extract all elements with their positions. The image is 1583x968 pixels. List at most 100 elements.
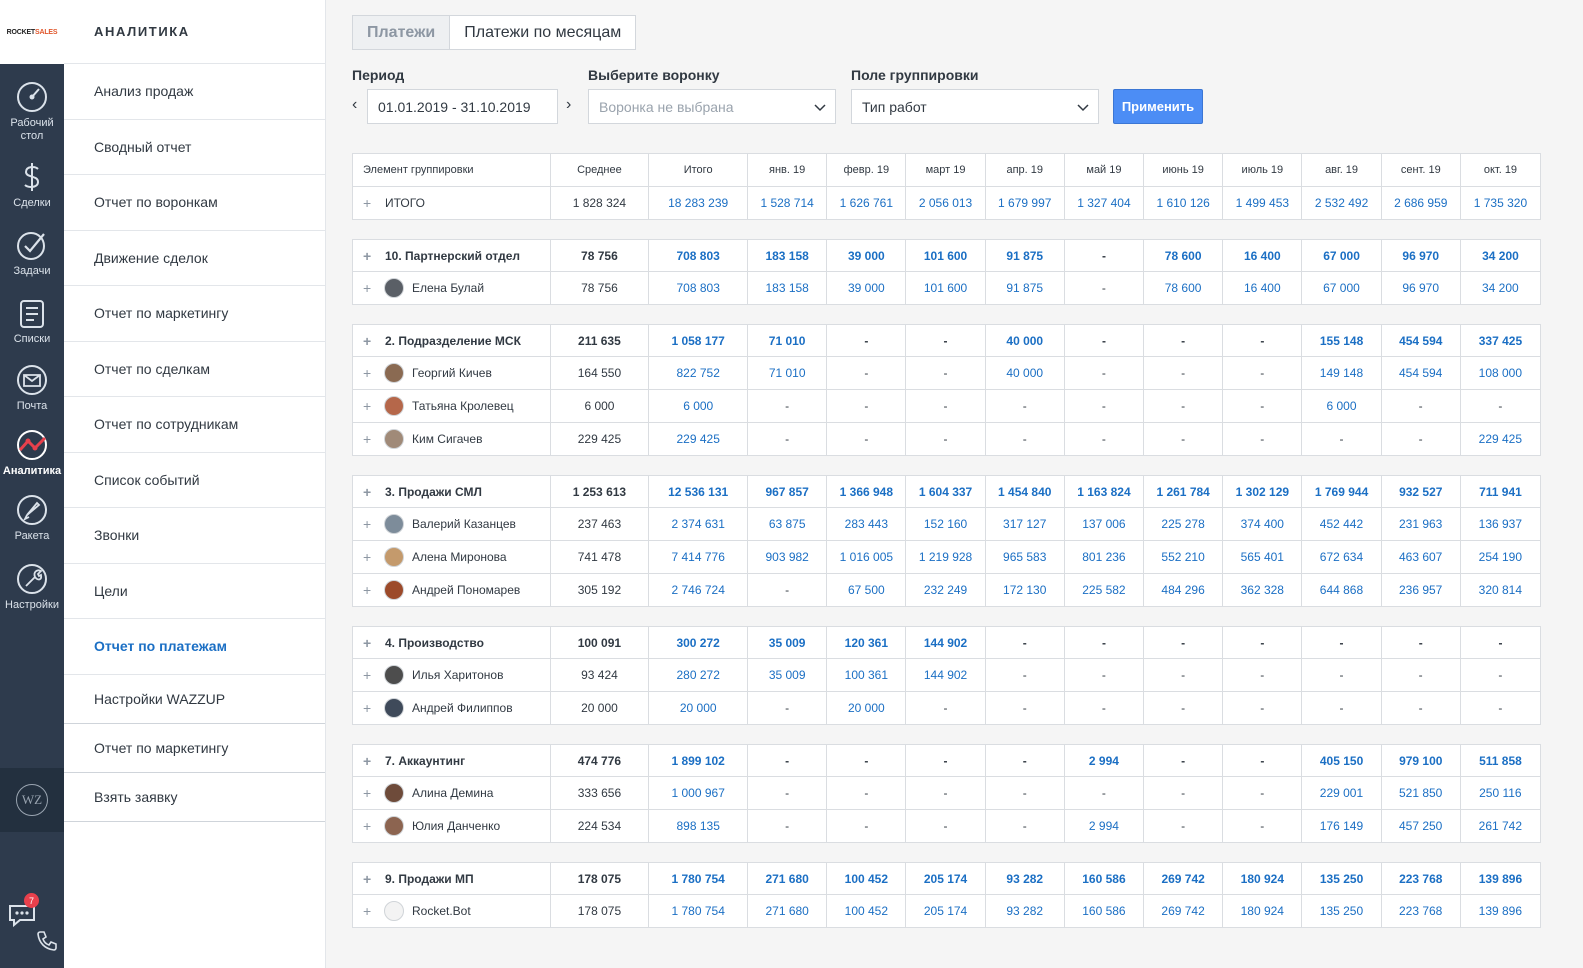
month-cell[interactable]: 183 158 <box>748 240 828 271</box>
total-cell[interactable]: 708 803 <box>649 272 749 304</box>
month-cell[interactable]: 223 768 <box>1382 895 1461 927</box>
nav-rocket[interactable]: Ракета <box>0 493 64 543</box>
month-cell[interactable]: 67 500 <box>827 574 907 606</box>
month-cell[interactable]: 78 600 <box>1144 272 1224 304</box>
month-cell[interactable]: 40 000 <box>986 325 1065 356</box>
expand-plus-icon[interactable]: + <box>363 333 379 349</box>
submenu-item-payments-report[interactable]: Отчет по платежам <box>64 619 325 675</box>
month-cell[interactable]: 35 009 <box>748 659 828 691</box>
month-cell[interactable]: 452 442 <box>1302 508 1382 540</box>
expand-plus-icon[interactable]: + <box>363 365 379 381</box>
month-cell[interactable]: 801 236 <box>1065 541 1145 573</box>
month-cell[interactable]: 93 282 <box>986 863 1065 894</box>
month-cell[interactable]: 16 400 <box>1223 272 1303 304</box>
month-cell[interactable]: 1 163 824 <box>1065 476 1145 507</box>
month-cell[interactable]: 180 924 <box>1223 895 1303 927</box>
month-cell[interactable]: 1 219 928 <box>906 541 986 573</box>
month-cell[interactable]: 229 425 <box>1461 423 1540 455</box>
month-cell[interactable]: 144 902 <box>906 627 986 658</box>
month-cell[interactable]: 101 600 <box>906 272 986 304</box>
month-cell[interactable]: 91 875 <box>986 240 1065 271</box>
month-cell[interactable]: 552 210 <box>1144 541 1224 573</box>
expand-plus-icon[interactable]: + <box>363 635 379 651</box>
month-cell[interactable]: 261 742 <box>1461 810 1540 842</box>
month-cell[interactable]: 320 814 <box>1461 574 1540 606</box>
month-cell[interactable]: 1 626 761 <box>827 187 907 219</box>
month-cell[interactable]: 100 452 <box>827 895 907 927</box>
expand-plus-icon[interactable]: + <box>363 431 379 447</box>
month-cell[interactable]: 20 000 <box>827 692 907 724</box>
month-cell[interactable]: 644 868 <box>1302 574 1382 606</box>
period-prev-arrow[interactable]: ‹ <box>352 96 357 114</box>
month-cell[interactable]: 2 686 959 <box>1382 187 1461 219</box>
month-cell[interactable]: 269 742 <box>1144 895 1224 927</box>
phone-icon[interactable] <box>34 928 60 954</box>
month-cell[interactable]: 152 160 <box>906 508 986 540</box>
total-cell[interactable]: 1 780 754 <box>649 863 749 894</box>
month-cell[interactable]: 2 994 <box>1065 810 1145 842</box>
month-cell[interactable]: 160 586 <box>1065 895 1145 927</box>
expand-plus-icon[interactable]: + <box>363 903 379 919</box>
expand-plus-icon[interactable]: + <box>363 398 379 414</box>
month-cell[interactable]: 484 296 <box>1144 574 1224 606</box>
total-cell[interactable]: 20 000 <box>649 692 749 724</box>
month-cell[interactable]: 34 200 <box>1461 240 1540 271</box>
expand-plus-icon[interactable]: + <box>363 516 379 532</box>
month-cell[interactable]: 979 100 <box>1382 745 1461 776</box>
expand-plus-icon[interactable]: + <box>363 484 379 500</box>
month-cell[interactable]: 100 452 <box>827 863 907 894</box>
month-cell[interactable]: 225 278 <box>1144 508 1224 540</box>
month-cell[interactable]: 35 009 <box>748 627 828 658</box>
month-cell[interactable]: 71 010 <box>748 357 828 389</box>
month-cell[interactable]: 100 361 <box>827 659 907 691</box>
month-cell[interactable]: 67 000 <box>1302 240 1382 271</box>
nav-mail[interactable]: Почта <box>0 363 64 413</box>
month-cell[interactable]: 232 249 <box>906 574 986 606</box>
month-cell[interactable]: 271 680 <box>748 895 828 927</box>
month-cell[interactable]: 1 327 404 <box>1065 187 1145 219</box>
tab-payments[interactable]: Платежи <box>352 15 450 50</box>
month-cell[interactable]: 337 425 <box>1461 325 1540 356</box>
total-cell[interactable]: 1 000 967 <box>649 777 749 809</box>
month-cell[interactable]: 180 924 <box>1223 863 1303 894</box>
month-cell[interactable]: 1 016 005 <box>827 541 907 573</box>
submenu-item-calls[interactable]: Звонки <box>64 508 325 564</box>
total-cell[interactable]: 280 272 <box>649 659 749 691</box>
expand-plus-icon[interactable]: + <box>363 195 379 211</box>
submenu-item-wazzup-settings[interactable]: Настройки WAZZUP <box>64 675 325 724</box>
month-cell[interactable]: 78 600 <box>1144 240 1224 271</box>
month-cell[interactable]: 136 937 <box>1461 508 1540 540</box>
month-cell[interactable]: 269 742 <box>1144 863 1224 894</box>
submenu-item-funnel-report[interactable]: Отчет по воронкам <box>64 175 325 231</box>
month-cell[interactable]: 1 610 126 <box>1144 187 1224 219</box>
month-cell[interactable]: 91 875 <box>986 272 1065 304</box>
total-cell[interactable]: 6 000 <box>649 390 749 422</box>
month-cell[interactable]: 1 735 320 <box>1461 187 1540 219</box>
month-cell[interactable]: 101 600 <box>906 240 986 271</box>
month-cell[interactable]: 1 366 948 <box>827 476 907 507</box>
total-cell[interactable]: 18 283 239 <box>649 187 749 219</box>
month-cell[interactable]: 511 858 <box>1461 745 1540 776</box>
month-cell[interactable]: 2 994 <box>1065 745 1145 776</box>
month-cell[interactable]: 457 250 <box>1382 810 1461 842</box>
month-cell[interactable]: 6 000 <box>1302 390 1382 422</box>
month-cell[interactable]: 967 857 <box>748 476 828 507</box>
submenu-item-employees-report[interactable]: Отчет по сотрудникам <box>64 397 325 453</box>
submenu-item-summary-report[interactable]: Сводный отчет <box>64 120 325 175</box>
submenu-item-marketing-report[interactable]: Отчет по маркетингу <box>64 286 325 342</box>
month-cell[interactable]: 40 000 <box>986 357 1065 389</box>
submenu-item-marketing-report-2[interactable]: Отчет по маркетингу <box>64 724 325 773</box>
expand-plus-icon[interactable]: + <box>363 753 379 769</box>
total-cell[interactable]: 2 374 631 <box>649 508 749 540</box>
submenu-item-sales-analysis[interactable]: Анализ продаж <box>64 64 325 120</box>
nav-settings[interactable]: Настройки <box>0 562 64 612</box>
month-cell[interactable]: 155 148 <box>1302 325 1382 356</box>
month-cell[interactable]: 225 582 <box>1065 574 1145 606</box>
month-cell[interactable]: 374 400 <box>1223 508 1303 540</box>
month-cell[interactable]: 317 127 <box>986 508 1065 540</box>
expand-plus-icon[interactable]: + <box>363 248 379 264</box>
submenu-item-take-request[interactable]: Взять заявку <box>64 773 325 822</box>
funnel-select[interactable]: Воронка не выбрана <box>588 89 836 124</box>
month-cell[interactable]: 932 527 <box>1382 476 1461 507</box>
month-cell[interactable]: 1 528 714 <box>748 187 828 219</box>
